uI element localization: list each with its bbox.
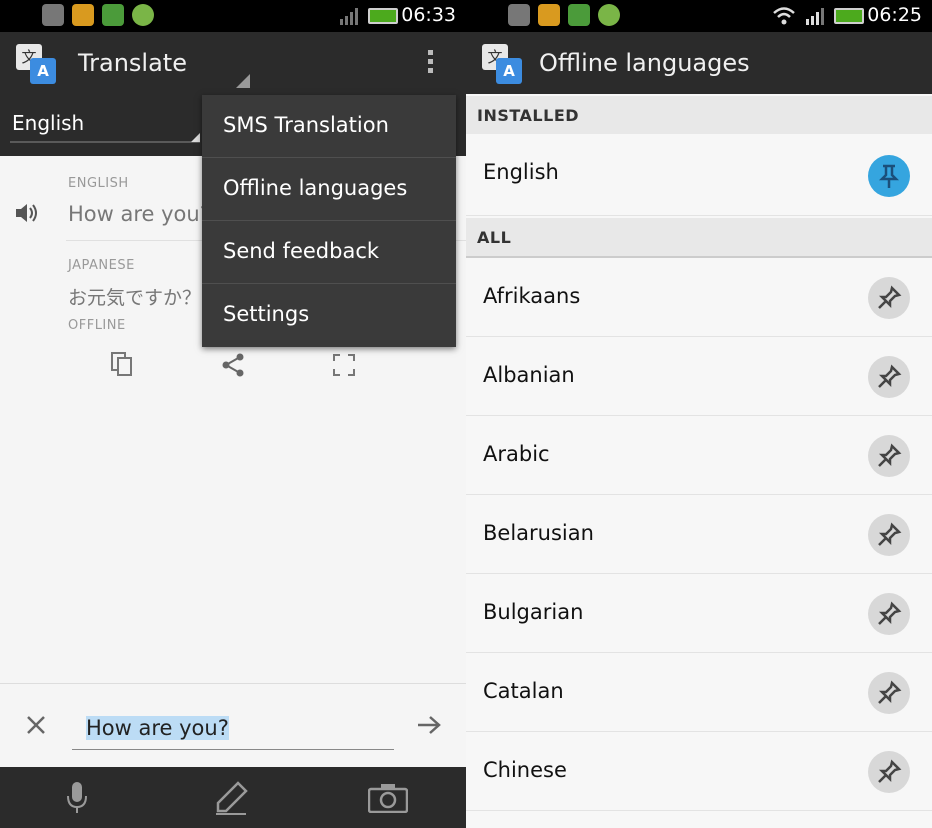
menu-item-offline-languages[interactable]: Offline languages [202,158,456,221]
language-name: Albanian [483,363,575,387]
offline-status: OFFLINE [68,318,126,333]
language-name: Catalan [483,679,564,703]
signal-icon [806,8,824,25]
offline-languages-screen: 06:25 文 A Offline languages INSTALLED En… [466,0,932,828]
overflow-menu: SMS Translation Offline languages Send f… [202,95,456,347]
alarm-icon [508,4,530,26]
language-row-belarusian[interactable]: Belarusian [466,495,932,574]
language-row-albanian[interactable]: Albanian [466,337,932,416]
fullscreen-icon[interactable] [332,353,356,377]
status-time: 06:33 [401,4,456,26]
android-icon [132,4,154,26]
translate-app-icon[interactable]: 文 A [482,44,522,84]
pin-icon[interactable] [868,751,910,793]
pin-icon[interactable] [868,277,910,319]
app-notification-icon [538,4,560,26]
section-header-all: ALL [466,218,932,258]
pin-icon[interactable] [868,155,910,197]
alarm-icon [42,4,64,26]
language-selector-value: English [12,111,85,135]
app-notification-icon [568,4,590,26]
text-input[interactable]: How are you? [72,710,394,750]
translated-text[interactable]: お元気ですか？ [68,283,201,310]
app-notification-icon [72,4,94,26]
overflow-menu-icon[interactable] [428,50,436,76]
status-bar: 06:25 [466,0,932,32]
translate-screen: 06:33 文 A Translate English ENGLISH How … [0,0,466,828]
speaker-icon[interactable] [16,202,40,224]
source-language-label: ENGLISH [68,176,129,191]
pin-icon[interactable] [868,435,910,477]
action-bar: 文 A Translate [0,32,466,94]
input-mode-bar [0,767,466,828]
go-arrow-icon[interactable] [416,715,442,735]
language-name: Chinese [483,758,567,782]
app-notification-icon [102,4,124,26]
battery-icon [368,8,398,24]
share-icon[interactable] [221,353,245,377]
menu-item-sms-translation[interactable]: SMS Translation [202,95,456,158]
status-bar: 06:33 [0,0,466,32]
language-row-arabic[interactable]: Arabic [466,416,932,495]
clear-icon[interactable] [26,715,46,735]
language-name: English [483,160,559,184]
pin-icon[interactable] [868,356,910,398]
language-row-english[interactable]: English [466,134,932,216]
menu-item-send-feedback[interactable]: Send feedback [202,221,456,284]
page-title: Offline languages [539,49,750,77]
spinner-underline [10,133,200,143]
text-input-value: How are you? [86,716,229,740]
pin-icon[interactable] [868,672,910,714]
pencil-icon[interactable] [214,781,248,815]
language-row-catalan[interactable]: Catalan [466,653,932,732]
android-icon [598,4,620,26]
language-name: Bulgarian [483,600,584,624]
battery-icon [834,8,864,24]
language-name: Afrikaans [483,284,581,308]
signal-icon [340,8,358,25]
target-language-label: JAPANESE [68,258,135,273]
language-row-chinese[interactable]: Chinese [466,732,932,811]
translate-app-icon[interactable]: 文 A [16,44,56,84]
dropdown-corner-icon[interactable] [236,74,250,88]
section-header-installed: INSTALLED [466,96,932,134]
pin-icon[interactable] [868,593,910,635]
app-title: Translate [78,49,187,77]
action-bar: 文 A Offline languages [466,32,932,94]
camera-icon[interactable] [368,783,408,813]
microphone-icon[interactable] [66,781,88,815]
input-area: How are you? [0,683,466,767]
language-name: Arabic [483,442,550,466]
copy-icon[interactable] [111,352,133,376]
wifi-icon [773,7,795,25]
language-name: Belarusian [483,521,594,545]
language-row-afrikaans[interactable]: Afrikaans [466,258,932,337]
pin-icon[interactable] [868,514,910,556]
menu-item-settings[interactable]: Settings [202,284,456,347]
language-row-bulgarian[interactable]: Bulgarian [466,574,932,653]
status-time: 06:25 [867,4,922,26]
source-text[interactable]: How are you? [68,202,211,226]
